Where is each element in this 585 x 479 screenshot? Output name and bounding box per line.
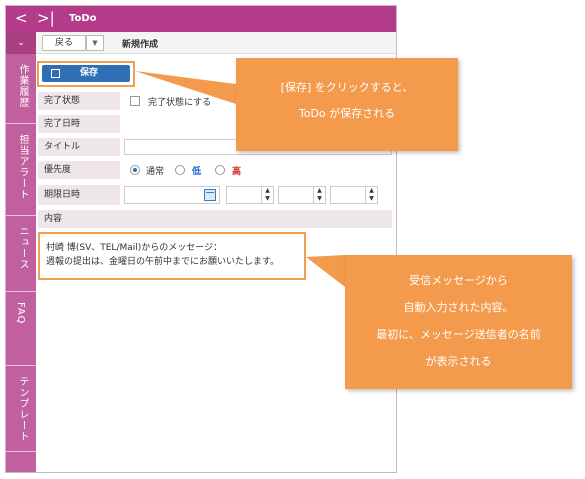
sidebar: ⌄ 作業履歴 担当アラート ニュース FAQ テンプレート [6, 32, 36, 472]
message-line: 週報の提出は、金曜日の午前中までにお願いいたします。 [46, 257, 280, 267]
sidebar-tab-faq[interactable]: FAQ [6, 292, 36, 366]
sidebar-tab-alerts[interactable]: 担当アラート [6, 124, 36, 216]
message-callout: 受信メッセージから 自動入力された内容。 最初に、メッセージ送信者の名前 が表示… [345, 255, 572, 389]
completion-checkbox-label: 完了状態にする [148, 98, 212, 108]
sidebar-tab-work-history[interactable]: 作業履歴 [6, 54, 36, 124]
completion-status-label: 完了状態 [38, 92, 120, 110]
title-label: タイトル [38, 138, 120, 156]
title-bar: < >| ToDo [6, 6, 396, 32]
completion-datetime-label: 完了日時 [38, 115, 120, 133]
back-button[interactable]: 戻る [42, 35, 86, 51]
priority-low-label: 低 [192, 167, 202, 177]
forward-end-icon[interactable]: >| [37, 9, 55, 27]
sidebar-tab-templates[interactable]: テンプレート [6, 366, 36, 452]
save-button-label: 保存 [80, 68, 99, 78]
toolbar: 戻る ▼ 新規作成 [36, 32, 396, 54]
message-highlight: 村崎 博(SV、TEL/Mail)からのメッセージ： 週報の提出は、金曜日の午前… [38, 232, 306, 280]
due-datetime-label: 期限日時 [38, 185, 120, 205]
calendar-icon[interactable] [204, 189, 216, 201]
priority-label: 優先度 [38, 161, 120, 179]
save-callout: [保存] をクリックすると、 ToDo が保存される [236, 58, 458, 151]
priority-normal-label: 通常 [146, 167, 165, 177]
due-minute-stepper[interactable]: ▲ ▼ [278, 186, 326, 204]
priority-high-radio[interactable] [215, 165, 225, 175]
save-icon [51, 69, 60, 78]
priority-low-radio[interactable] [175, 165, 185, 175]
priority-row: 優先度 通常 低 高 [38, 161, 392, 179]
stepper-arrows-icon[interactable]: ▲ ▼ [261, 187, 273, 203]
stepper-arrows-icon[interactable]: ▲ ▼ [313, 187, 325, 203]
app-title: ToDo [69, 13, 97, 24]
message-line: 村崎 博(SV、TEL/Mail)からのメッセージ： [46, 243, 223, 253]
sidebar-tab-news[interactable]: ニュース [6, 216, 36, 292]
due-hour-stepper[interactable]: ▲ ▼ [226, 186, 274, 204]
stepper-arrows-icon[interactable]: ▲ ▼ [365, 187, 377, 203]
due-datetime-row: 期限日時 ▲ ▼ ▲ ▼ ▲ ▼ [38, 185, 392, 205]
due-extra-stepper[interactable]: ▲ ▼ [330, 186, 378, 204]
back-arrow-icon[interactable]: < [15, 9, 28, 27]
priority-high-label: 高 [232, 167, 242, 177]
save-highlight: 保存 [37, 61, 135, 87]
page-title: 新規作成 [122, 40, 159, 50]
priority-normal-radio[interactable] [130, 165, 140, 175]
completion-checkbox[interactable] [130, 96, 140, 106]
save-button[interactable]: 保存 [42, 65, 130, 82]
back-dropdown-icon[interactable]: ▼ [86, 35, 104, 51]
content-label: 内容 [38, 210, 392, 228]
collapse-chevron-icon[interactable]: ⌄ [6, 32, 36, 54]
